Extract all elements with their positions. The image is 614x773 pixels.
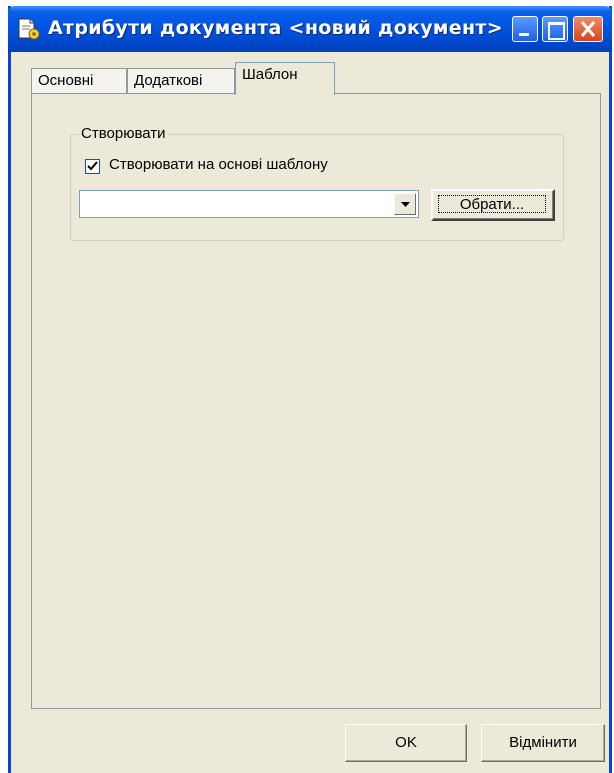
ok-button[interactable]: OK — [345, 724, 467, 762]
tab-template[interactable]: Шаблон — [235, 62, 335, 95]
tab-page-template: Створювати Створювати на основі шаблону … — [31, 93, 601, 709]
pick-template-button[interactable]: Обрати... — [431, 189, 555, 221]
window-title: Атрибути документа <новий документ> — [48, 17, 503, 39]
tab-label: Основні — [38, 72, 94, 89]
cancel-button[interactable]: Відмінити — [481, 724, 605, 762]
maximize-button[interactable] — [542, 16, 568, 42]
document-properties-icon — [16, 17, 42, 41]
close-button[interactable] — [573, 16, 603, 42]
create-groupbox: Створювати Створювати на основі шаблону … — [70, 125, 564, 241]
tab-basic[interactable]: Основні — [31, 68, 127, 94]
pick-button-label: Обрати... — [438, 195, 546, 213]
dialog-window: Атрибути документа <новий документ> Осно… — [8, 6, 612, 773]
tab-strip: Основні Додаткові Шаблон — [31, 62, 591, 95]
create-from-template-checkbox[interactable] — [85, 159, 100, 174]
tab-label: Додаткові — [134, 72, 203, 89]
checkmark-icon — [87, 161, 98, 171]
minimize-button[interactable] — [512, 16, 538, 42]
tab-label: Шаблон — [242, 66, 298, 83]
tab-additional[interactable]: Додаткові — [127, 68, 235, 94]
dropdown-arrow-icon — [401, 202, 410, 207]
cancel-button-label: Відмінити — [509, 734, 577, 751]
close-icon — [580, 21, 596, 37]
ok-button-label: OK — [395, 734, 417, 751]
groupbox-title: Створювати — [79, 125, 168, 142]
checkbox-label[interactable]: Створювати на основі шаблону — [109, 156, 328, 173]
template-combobox[interactable] — [79, 190, 419, 218]
combo-dropdown-button[interactable] — [394, 193, 416, 215]
title-bar[interactable]: Атрибути документа <новий документ> — [8, 6, 612, 52]
